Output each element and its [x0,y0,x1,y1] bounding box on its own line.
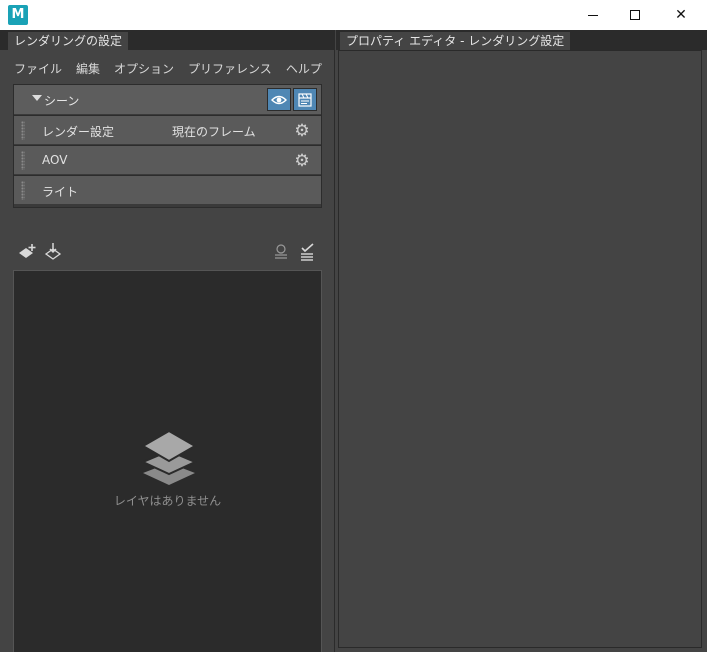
right-tab-bar: プロパティ エディタ - レンダリング設定 [336,30,707,50]
menu-options[interactable]: オプション [114,60,174,77]
empty-layers-message: レイヤはありません [113,494,222,508]
drag-handle-icon[interactable] [21,181,25,200]
filter-icon[interactable] [271,242,291,262]
left-tab-bar: レンダリングの設定 [0,30,335,50]
render-settings-row[interactable]: レンダー設定 現在のフレーム ⚙ [14,115,321,144]
aov-row[interactable]: AOV ⚙ [14,145,321,174]
title-bar: M ✕ [0,0,707,30]
scene-render-button[interactable] [293,88,317,111]
add-layer-icon[interactable] [17,242,37,262]
menu-file[interactable]: ファイル [14,60,62,77]
clapper-icon [298,92,312,107]
render-layer-list[interactable]: レイヤはありません [13,270,322,652]
gear-icon[interactable]: ⚙ [293,122,311,140]
scene-visibility-button[interactable] [267,88,291,111]
row-value: 現在のフレーム [172,125,256,139]
close-button[interactable]: ✕ [658,0,704,30]
lights-row[interactable]: ライト [14,175,321,204]
render-setup-panel: ファイル 編集 オプション プリファレンス ヘルプ シーン レンダー設定 現在の… [0,50,335,652]
drag-handle-icon[interactable] [21,121,25,140]
layer-toolbar [13,240,322,266]
checklist-icon[interactable] [297,242,317,262]
menu-edit[interactable]: 編集 [76,60,100,77]
minimize-icon [588,14,598,16]
app-logo-icon: M [8,5,28,25]
menu-help[interactable]: ヘルプ [286,60,322,77]
import-layer-icon[interactable] [43,242,63,262]
eye-icon [271,95,287,104]
row-label: ライト [42,185,79,199]
row-label: AOV [42,153,68,167]
scene-label: シーン [44,94,80,108]
scene-header[interactable]: シーン [14,85,321,114]
menu-preferences[interactable]: プリファレンス [188,60,272,77]
maximize-icon [630,10,640,20]
property-editor-panel [336,50,707,652]
tab-render-settings[interactable]: レンダリングの設定 [8,32,129,50]
minimize-button[interactable] [570,0,616,30]
menu-bar: ファイル 編集 オプション プリファレンス ヘルプ [14,56,322,80]
main-area: レンダリングの設定 ファイル 編集 オプション プリファレンス ヘルプ シーン [0,30,707,652]
gear-icon[interactable]: ⚙ [293,152,311,170]
maximize-button[interactable] [612,0,658,30]
property-editor-area[interactable] [338,50,702,648]
drag-handle-icon[interactable] [21,151,25,170]
row-label: レンダー設定 [42,125,115,139]
scene-panel: シーン レンダー設定 現在のフレーム ⚙ AOV ⚙ ライト [13,84,322,208]
collapse-arrow-icon[interactable] [32,95,42,101]
layers-stack-icon [140,429,198,485]
tab-property-editor[interactable]: プロパティ エディタ - レンダリング設定 [340,32,571,50]
